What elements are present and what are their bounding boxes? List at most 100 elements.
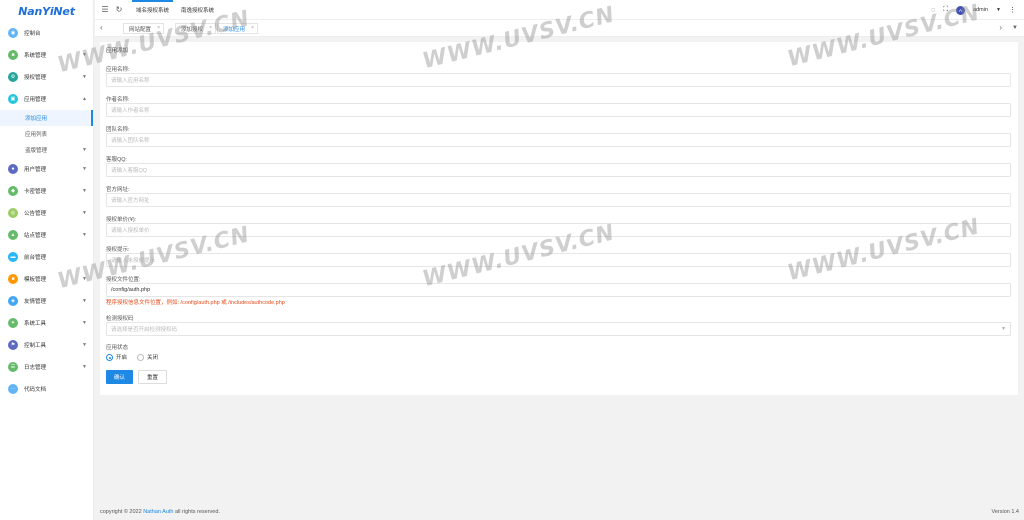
frontend-icon: ▬ [8,252,18,262]
team-name-input[interactable]: 请输入团队名称 [106,133,1011,147]
detect-code-select[interactable]: 请选择是否开启检测授权码 ▼ [106,322,1011,336]
sidebar-subitem-add-app[interactable]: 添加应用 [0,110,93,126]
radio-label: 关闭 [147,355,159,361]
chevron-down-icon[interactable]: ▼ [996,7,1001,13]
status-off-radio[interactable]: 关闭 [137,353,159,362]
chevron-down-icon: ▼ [82,320,87,326]
radio-unchecked-icon [137,354,145,362]
tab-label: 网站配置 [129,26,152,33]
sidebar-subitem-piracy[interactable]: 盗版管理 ▼ [0,142,93,158]
sidebar-item-label: 控制台 [24,31,41,37]
sidebar-item-label: 友情管理 [24,299,47,305]
app-status-label: 应用状态 [106,345,129,351]
more-icon[interactable]: ⋮ [1009,6,1016,14]
chevron-down-icon: ▼ [82,188,87,194]
sidebar-item-label: 系统工具 [24,321,47,327]
sidebar-item-users[interactable]: ● 用户管理 ▼ [0,158,93,180]
form-title: 应用添加 [106,48,129,54]
add-app-form: 应用添加 应用名称: 请输入应用名称 作者名称: 请输入作者名称 团队名称: 请… [100,42,1018,395]
sidebar-item-friends[interactable]: ◈ 友情管理 ▼ [0,290,93,312]
top-tab-nanyi-auth[interactable]: 南逸授权系统 [181,6,214,14]
chevron-down-icon: ▼ [82,166,87,172]
avatar[interactable]: A [956,5,966,15]
top-tab-domain-auth[interactable]: 域名授权系统 [131,0,174,14]
confirm-button[interactable]: 确认 [106,370,134,384]
tab-add-app[interactable]: 添加应用 × [217,23,259,34]
app-icon: ▣ [8,94,18,104]
auth-price-input[interactable]: 请输入授权单价 [106,223,1011,237]
team-name-label: 团队名称: [106,127,130,133]
sidebar-item-system[interactable]: ■ 系统管理 ▼ [0,44,93,66]
auth-icon: ⚙ [8,72,18,82]
sidebar-item-control[interactable]: ⚑ 控制工具 ▼ [0,334,93,356]
auth-file-label: 授权文件位置: [106,277,141,283]
sidebar-item-cards[interactable]: ◆ 卡密管理 ▼ [0,180,93,202]
auth-tip-input[interactable]: 请输入未授权提示 [106,253,1011,267]
site-icon: ▲ [8,230,18,240]
sidebar-subitem-label: 盗版管理 [25,148,48,154]
brand-link[interactable]: Nathan Auth [143,509,173,515]
reset-button[interactable]: 重置 [138,370,168,384]
chevron-down-icon: ▼ [82,342,87,348]
service-qq-input[interactable]: 请输入客服QQ [106,163,1011,177]
copyright-suffix: all rights reserved. [175,509,220,515]
chevron-down-icon: ▼ [82,52,87,58]
app-name-input[interactable]: 请输入应用名称 [106,73,1011,87]
control-icon: ⚑ [8,340,18,350]
dashboard-icon: ◉ [8,28,18,38]
user-name[interactable]: admin [973,7,988,13]
tab-add-auth[interactable]: 添加授权 × [175,23,217,34]
fullscreen-icon[interactable]: ⛶ [943,6,948,14]
tab-menu-chevron-icon[interactable]: ▼ [1012,25,1018,31]
tab-scroll-left-icon[interactable]: ‹ [100,23,103,32]
theme-icon[interactable]: ◌ [931,7,935,14]
sidebar-item-logs[interactable]: ☰ 日志管理 ▼ [0,356,93,378]
sidebar-item-label: 授权管理 [24,75,47,81]
app-status-radio-group: 开启 关闭 [106,353,159,362]
chevron-down-icon: ▼ [82,298,87,304]
sidebar-item-label: 日志管理 [24,365,47,371]
close-icon[interactable]: × [157,25,160,31]
sidebar-item-notices[interactable]: ◎ 公告管理 ▼ [0,202,93,224]
sidebar-subitem-app-list[interactable]: 应用列表 [0,126,93,142]
sidebar-item-label: 代码文档 [24,387,47,393]
chevron-down-icon: ▼ [82,147,87,153]
tab-bar: ‹ 网站配置 × 添加授权 × 添加应用 × › ▼ [95,20,1024,37]
status-on-radio[interactable]: 开启 [106,353,127,362]
auth-file-hint: 程序授权信息文件位置，例如: /config/auth.php 或 /inclu… [106,300,285,306]
system-icon: ■ [8,50,18,60]
sidebar-item-sites[interactable]: ▲ 站点管理 ▼ [0,224,93,246]
sidebar-item-frontend[interactable]: ▬ 前台管理 [0,246,93,268]
copyright-prefix: copyright © 2022 [100,509,142,515]
tab-label: 添加授权 [181,26,204,33]
sidebar-item-templates[interactable]: ■ 模板管理 ▼ [0,268,93,290]
chevron-up-icon: ▲ [82,96,87,102]
tab-scroll-right-icon[interactable]: › [999,23,1002,32]
sidebar-item-dashboard[interactable]: ◉ 控制台 [0,22,93,44]
chevron-down-icon: ▼ [1001,326,1006,332]
auth-file-input[interactable]: /config/auth.php [106,283,1011,297]
chevron-down-icon: ▼ [82,232,87,238]
sidebar-item-label: 模板管理 [24,277,47,283]
auth-tip-label: 授权提示: [106,247,130,253]
detect-code-label: 检测授权码 [106,316,134,322]
refresh-icon[interactable]: ↻ [112,5,126,14]
sidebar-item-apps[interactable]: ▣ 应用管理 ▲ [0,88,93,110]
sidebar-item-auth[interactable]: ⚙ 授权管理 ▼ [0,66,93,88]
sidebar-item-docs[interactable]: ⋯ 代码文档 [0,378,93,400]
tab-site-config[interactable]: 网站配置 × [123,23,165,34]
close-icon[interactable]: × [251,25,254,31]
sidebar-item-label: 用户管理 [24,167,47,173]
service-qq-label: 客服QQ: [106,157,128,163]
notice-icon: ◎ [8,208,18,218]
sidebar-item-label: 前台管理 [24,255,47,261]
menu-toggle-icon[interactable]: ☰ [98,5,112,14]
chevron-down-icon: ▼ [82,276,87,282]
official-url-input[interactable]: 请输入官方网址 [106,193,1011,207]
close-icon[interactable]: × [209,25,212,31]
friend-icon: ◈ [8,296,18,306]
version: Version 1.4 [991,509,1019,515]
sidebar-item-tools[interactable]: ✦ 系统工具 ▼ [0,312,93,334]
author-name-input[interactable]: 请输入作者名称 [106,103,1011,117]
tool-icon: ✦ [8,318,18,328]
